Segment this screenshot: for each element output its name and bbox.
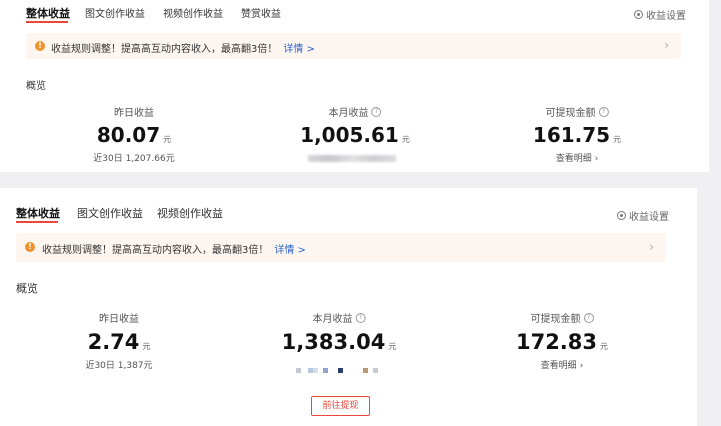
chevron-right-icon: › bbox=[649, 240, 654, 254]
tab-overall-earnings[interactable]: 整体收益 bbox=[16, 205, 60, 221]
stat-label: 昨日收益 bbox=[114, 108, 154, 119]
stat-yesterday: 昨日收益 80.07 元 近30日 1,207.66元 bbox=[93, 104, 174, 164]
stat-label: 本月收益 bbox=[328, 108, 369, 119]
chevron-right-icon: › bbox=[594, 154, 599, 164]
stat-this-month: 本月收益? 1,005.61 元 bbox=[300, 104, 410, 147]
settings-label: 收益设置 bbox=[629, 212, 669, 223]
stat-withdrawable: 可提现金额? 172.83 元 查看明细 › bbox=[516, 310, 608, 371]
earnings-panel-top: 整体收益 图文创作收益 视频创作收益 赞赏收益 收益设置 ! 收益规则调整！提高… bbox=[0, 0, 709, 172]
warning-icon: ! bbox=[35, 41, 45, 51]
stat-label: 可提现金额 bbox=[545, 108, 596, 119]
earnings-settings-link[interactable]: 收益设置 bbox=[634, 7, 686, 22]
stat-unit: 元 bbox=[600, 342, 609, 351]
question-circle-icon[interactable]: ? bbox=[598, 106, 609, 117]
gear-icon bbox=[617, 211, 626, 220]
tab-video-earnings[interactable]: 视频创作收益 bbox=[163, 5, 223, 20]
question-circle-icon[interactable]: ? bbox=[371, 106, 382, 117]
gear-icon bbox=[634, 10, 643, 19]
stat-this-month: 本月收益? 1,383.04 元 bbox=[281, 310, 397, 354]
rule-change-notice[interactable]: ! 收益规则调整！提高高互动内容收入，最高翻3倍！ 详情 > › bbox=[16, 233, 666, 262]
notice-details-link[interactable]: 详情 > bbox=[274, 245, 306, 256]
active-tab-underline bbox=[16, 221, 58, 223]
chevron-right-icon: › bbox=[579, 361, 584, 371]
notice-text: 收益规则调整！提高高互动内容收入，最高翻3倍！ bbox=[51, 44, 278, 55]
earnings-settings-link[interactable]: 收益设置 bbox=[617, 208, 669, 223]
overview-title: 概览 bbox=[16, 282, 38, 295]
stat-sub-30days: 近30日 1,207.66元 bbox=[93, 154, 175, 164]
chevron-right-icon: › bbox=[664, 38, 669, 52]
question-circle-icon[interactable]: ? bbox=[583, 312, 594, 323]
stat-unit: 元 bbox=[388, 342, 397, 351]
tab-overall-earnings[interactable]: 整体收益 bbox=[26, 5, 70, 21]
notice-text: 收益规则调整！提高高互动内容收入，最高翻3倍！ bbox=[42, 245, 269, 256]
stat-label: 昨日收益 bbox=[99, 314, 139, 325]
stat-sub-30days: 近30日 1,387元 bbox=[85, 361, 153, 371]
question-circle-icon[interactable]: ? bbox=[355, 312, 366, 323]
stat-label: 可提现金额 bbox=[530, 314, 581, 325]
stat-value: 2.74 bbox=[87, 330, 140, 354]
stat-unit: 元 bbox=[613, 135, 622, 144]
settings-label: 收益设置 bbox=[646, 11, 686, 22]
view-details-link[interactable]: 查看明细 › bbox=[516, 358, 608, 371]
notice-details-link[interactable]: 详情 > bbox=[283, 44, 315, 55]
stat-value: 172.83 bbox=[515, 330, 598, 354]
stat-value: 161.75 bbox=[532, 123, 611, 147]
stat-unit: 元 bbox=[142, 342, 151, 351]
stat-value: 80.07 bbox=[96, 123, 161, 147]
redacted-content bbox=[308, 155, 396, 162]
withdraw-button[interactable]: 前往提现 bbox=[311, 396, 370, 416]
stat-unit: 元 bbox=[163, 135, 172, 144]
stat-label: 本月收益 bbox=[312, 314, 353, 325]
active-tab-underline bbox=[26, 21, 68, 23]
view-details-label: 查看明细 bbox=[540, 361, 577, 371]
warning-icon: ! bbox=[25, 242, 35, 252]
stat-value: 1,383.04 bbox=[281, 330, 386, 354]
earnings-panel-bottom: 整体收益 图文创作收益 视频创作收益 收益设置 ! 收益规则调整！提高高互动内容… bbox=[0, 188, 697, 426]
view-details-label: 查看明细 bbox=[555, 154, 592, 164]
stat-yesterday: 昨日收益 2.74 元 近30日 1,387元 bbox=[85, 310, 152, 371]
overview-title: 概览 bbox=[26, 81, 46, 92]
stat-withdrawable: 可提现金额? 161.75 元 查看明细 › bbox=[533, 104, 621, 164]
tab-video-earnings[interactable]: 视频创作收益 bbox=[157, 205, 223, 221]
stat-unit: 元 bbox=[401, 135, 410, 144]
rule-change-notice[interactable]: ! 收益规则调整！提高高互动内容收入，最高翻3倍！ 详情 > › bbox=[26, 33, 681, 59]
view-details-link[interactable]: 查看明细 › bbox=[533, 151, 621, 164]
tab-tip-earnings[interactable]: 赞赏收益 bbox=[241, 5, 281, 20]
stat-value: 1,005.61 bbox=[300, 123, 399, 147]
redacted-content bbox=[296, 368, 378, 373]
tab-article-earnings[interactable]: 图文创作收益 bbox=[77, 205, 143, 221]
tab-article-earnings[interactable]: 图文创作收益 bbox=[85, 5, 145, 20]
